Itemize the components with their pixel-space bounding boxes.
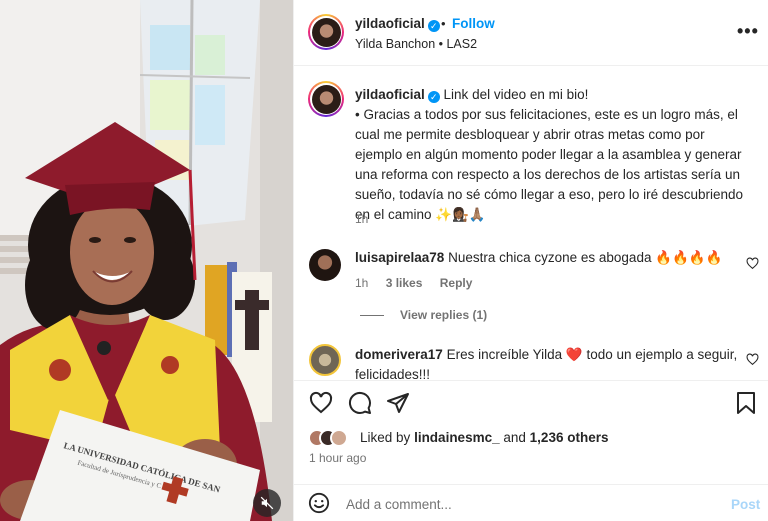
caption-time: 1h xyxy=(355,212,369,226)
speaker-muted-icon xyxy=(260,496,274,510)
comment-avatar[interactable] xyxy=(309,344,341,376)
post-actions xyxy=(294,380,768,420)
post-details-panel: yildaoficial ✓ • Follow Yilda Banchon • L… xyxy=(293,0,768,521)
comment-username[interactable]: luisapirelaa78 xyxy=(355,250,444,265)
like-comment-heart-icon[interactable] xyxy=(746,257,759,270)
comment-item: domerivera17 Eres increíble Yilda ❤️ tod… xyxy=(355,347,738,379)
caption-username[interactable]: yildaoficial xyxy=(355,87,425,102)
liked-by-others[interactable]: 1,236 others xyxy=(530,430,609,445)
comment-time: 1h xyxy=(355,276,369,290)
like-heart-icon[interactable] xyxy=(309,391,333,415)
mute-button[interactable] xyxy=(253,489,281,517)
liked-by-text[interactable]: Liked by lindainesmc_ and 1,236 others xyxy=(360,430,608,445)
post-media[interactable]: LA UNIVERSIDAD CATÓLICA DE SAN Facultad … xyxy=(0,0,293,521)
graduation-photo: LA UNIVERSIDAD CATÓLICA DE SAN Facultad … xyxy=(0,0,293,521)
comment-meta: 1h 3 likes Reply xyxy=(355,276,486,290)
comment-likes[interactable]: 3 likes xyxy=(386,276,423,290)
author-subtitle[interactable]: Yilda Banchon • LAS2 xyxy=(355,37,477,51)
comment-item: luisapirelaa78 Nuestra chica cyzone es a… xyxy=(355,250,723,265)
header-separator: • xyxy=(441,16,446,31)
comment-input[interactable] xyxy=(346,494,706,514)
like-comment-heart-icon[interactable] xyxy=(746,353,759,366)
add-comment-bar: Post xyxy=(294,484,768,521)
caption-avatar[interactable] xyxy=(308,81,344,117)
post-timestamp[interactable]: 1 hour ago xyxy=(309,451,366,465)
post-comment-button[interactable]: Post xyxy=(731,497,760,512)
share-paper-plane-icon[interactable] xyxy=(386,391,410,415)
liked-by-user[interactable]: lindainesmc_ xyxy=(414,430,500,445)
comment-bubble-icon[interactable] xyxy=(348,391,372,415)
reply-button[interactable]: Reply xyxy=(440,276,473,290)
author-avatar[interactable] xyxy=(308,14,344,50)
comment-avatar[interactable] xyxy=(309,249,341,281)
save-bookmark-icon[interactable] xyxy=(735,391,757,415)
author-username[interactable]: yildaoficial ✓ xyxy=(355,16,440,32)
view-replies-button[interactable]: View replies (1) xyxy=(360,308,487,322)
instagram-post: LA UNIVERSIDAD CATÓLICA DE SAN Facultad … xyxy=(0,0,768,521)
post-header: yildaoficial ✓ • Follow Yilda Banchon • L… xyxy=(294,0,768,66)
emoji-smiley-icon[interactable] xyxy=(308,492,330,514)
caption-text: yildaoficial ✓ Link del video en mi bio! … xyxy=(355,87,743,222)
more-options-icon[interactable]: ••• xyxy=(737,22,759,40)
follow-button[interactable]: Follow xyxy=(452,16,495,31)
verified-badge-icon: ✓ xyxy=(427,20,440,32)
verified-badge-icon: ✓ xyxy=(427,91,440,103)
liked-by-avatars[interactable] xyxy=(308,428,348,448)
comment-username[interactable]: domerivera17 xyxy=(355,347,443,362)
